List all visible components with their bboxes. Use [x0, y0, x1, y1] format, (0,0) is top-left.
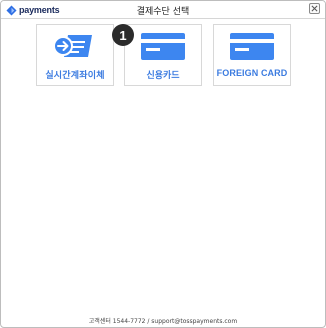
title-bar: payments 결제수단 선택 [1, 1, 325, 19]
credit-card-icon [141, 33, 185, 60]
step-number-badge: 1 [112, 24, 134, 46]
bank-transfer-icon [53, 35, 92, 57]
credit-card-label: 신용카드 [146, 71, 180, 81]
footer-contact: 고객센터 1544-7772 / support@tosspayments.co… [88, 318, 238, 325]
bank-transfer-option[interactable]: 실시간계좌이체 [36, 24, 114, 86]
close-button[interactable] [309, 3, 320, 14]
payment-method-window: payments 결제수단 선택 실시간계좌이체 신용카드 FOREIGN CA… [0, 0, 326, 328]
close-icon [311, 5, 318, 12]
foreign-card-label: FOREIGN CARD [216, 68, 288, 78]
payment-method-list: 실시간계좌이체 신용카드 FOREIGN CARD [36, 24, 294, 86]
bank-transfer-label: 실시간계좌이체 [45, 71, 105, 81]
page-title: 결제수단 선택 [136, 7, 190, 17]
foreign-card-option[interactable]: FOREIGN CARD [213, 24, 291, 86]
foreign-card-icon [230, 33, 274, 60]
credit-card-option[interactable]: 신용카드 [124, 24, 202, 86]
